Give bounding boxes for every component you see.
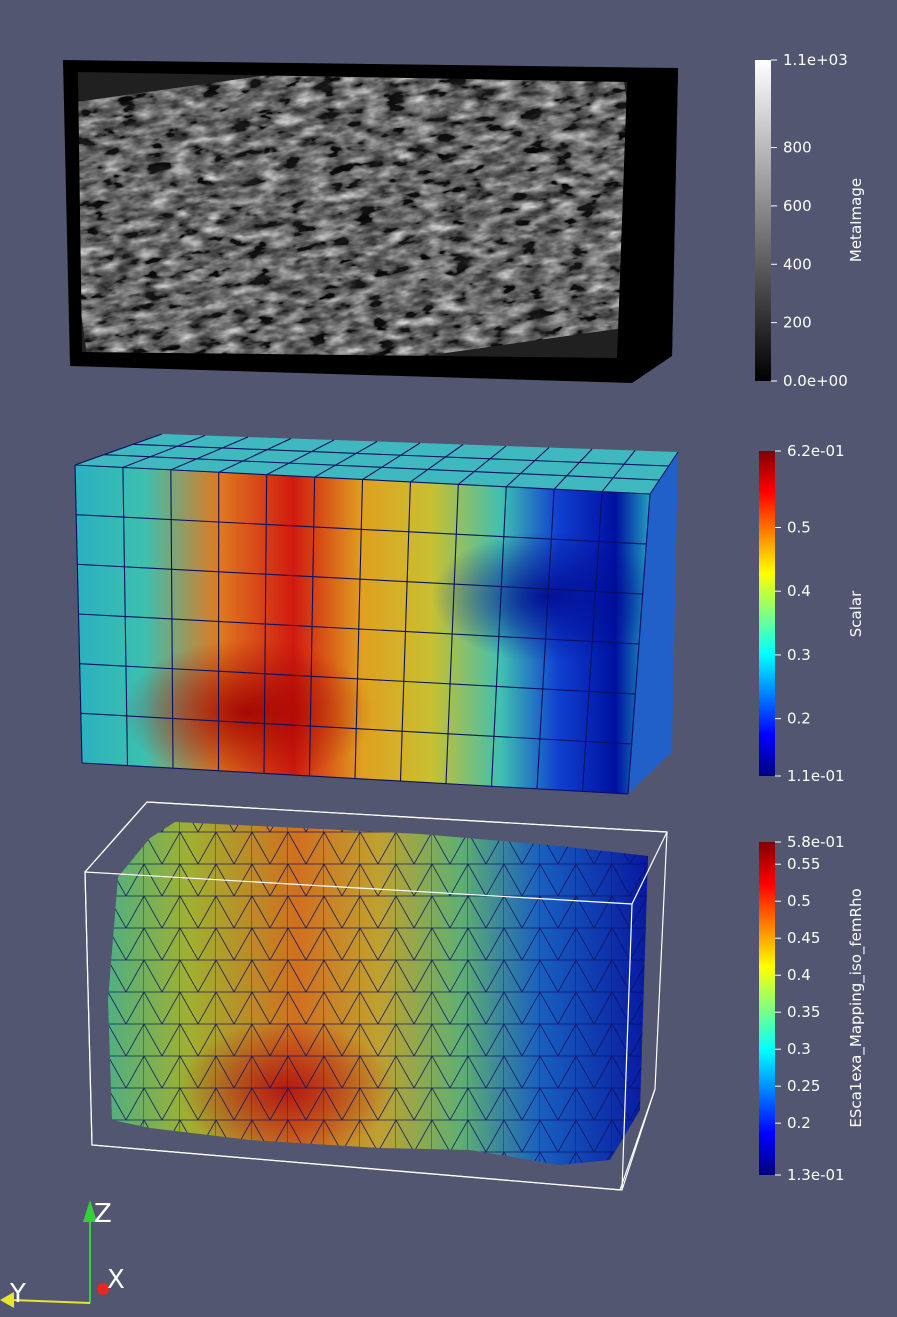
- colorbar-tick-label: 0.25: [787, 1077, 820, 1095]
- colorbar-femrho-title: ESca1exa_Mapping_iso_femRho: [847, 888, 866, 1127]
- render-viewport[interactable]: 1.1e+03 800 600 400 200 0.0e+00 MetaImage 6.2…: [0, 0, 897, 1317]
- colorbar-tick-label: 6.2e-01: [787, 442, 845, 460]
- colorbar-tick-label: 0.0e+00: [783, 372, 848, 390]
- colorbar-scalar-ramp: [759, 451, 775, 776]
- orientation-axes[interactable]: Z Y X: [0, 1199, 125, 1309]
- colorbar-tick-label: 1.1e+03: [783, 51, 848, 69]
- colorbar-tick-label: 0.5: [787, 892, 811, 910]
- x-axis-label: X: [107, 1265, 125, 1295]
- colorbar-tick-label: 0.45: [787, 929, 820, 947]
- colorbar-tick-label: 1.1e-01: [787, 767, 845, 785]
- colorbar-tick-label: 1.3e-01: [787, 1166, 845, 1184]
- z-axis-label: Z: [94, 1199, 112, 1229]
- colorbar-tick-label: 0.35: [787, 1003, 820, 1021]
- colorbar-tick-label: 5.8e-01: [787, 833, 845, 851]
- metaimage-slab-side: [617, 68, 678, 358]
- colorbar-tick-label: 0.4: [787, 966, 811, 984]
- metaimage-front-face: [78, 72, 627, 358]
- colorbar-metaimage-title: MetaImage: [847, 178, 865, 262]
- colorbar-scalar-title: Scalar: [847, 590, 865, 637]
- colorbar-metaimage-ramp: [755, 60, 771, 381]
- colorbar-tick-label: 0.2: [787, 1114, 811, 1132]
- colorbar-tick-label: 400: [783, 255, 812, 273]
- colorbar-tick-label: 800: [783, 139, 812, 157]
- colorbar-tick-label: 0.5: [787, 518, 811, 536]
- colorbar-femrho: 5.8e-01 0.55 0.5 0.45 0.4 0.35 0.3 0.25 0.2 1.3e-…: [759, 833, 866, 1184]
- scalar-hex-mesh[interactable]: [74, 433, 679, 795]
- tetra-mesh-triangles: [108, 822, 648, 1165]
- colorbar-tick-label: 600: [783, 197, 812, 215]
- colorbar-scalar: 6.2e-01 0.5 0.4 0.3 0.2 1.1e-01 Scalar: [759, 442, 865, 785]
- colorbar-tick-label: 0.3: [787, 1040, 811, 1058]
- colorbar-tick-label: 0.3: [787, 646, 811, 664]
- colorbar-metaimage: 1.1e+03 800 600 400 200 0.0e+00 MetaImage: [755, 51, 865, 390]
- colorbar-tick-label: 0.4: [787, 582, 811, 600]
- metaimage-volume[interactable]: [52, 26, 678, 402]
- tetra-mesh[interactable]: [84, 801, 668, 1191]
- colorbar-tick-label: 0.2: [787, 710, 811, 728]
- colorbar-femrho-ramp: [759, 842, 775, 1175]
- colorbar-tick-label: 0.55: [787, 855, 820, 873]
- colorbar-tick-label: 200: [783, 314, 812, 332]
- y-axis-label: Y: [9, 1279, 26, 1309]
